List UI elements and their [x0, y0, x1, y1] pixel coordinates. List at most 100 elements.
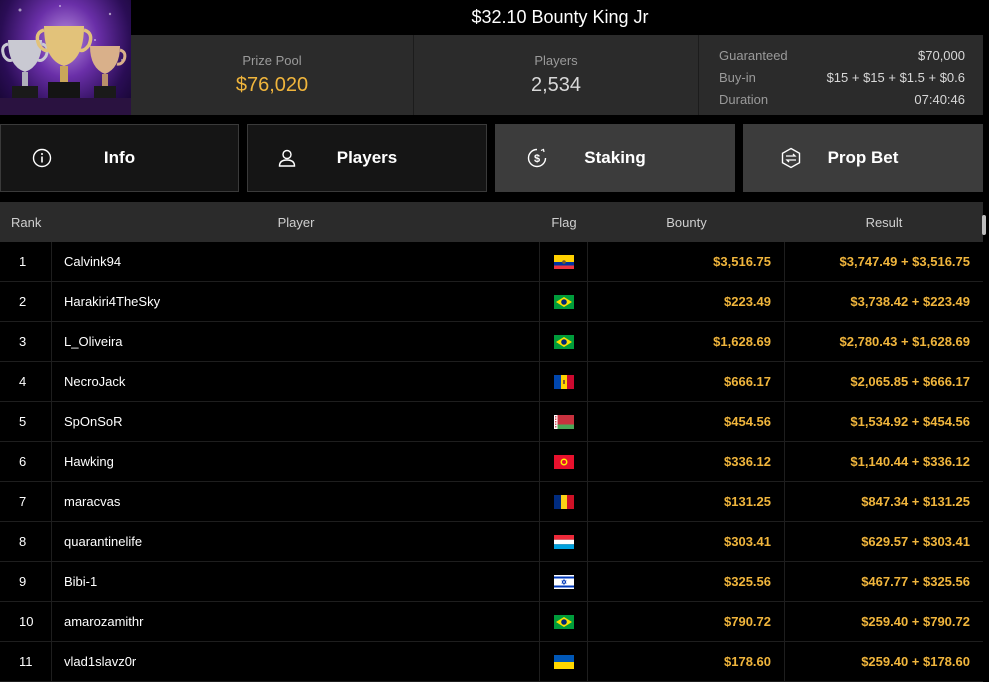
bounty-cell: $454.56	[588, 402, 785, 441]
country-flag-icon	[553, 294, 574, 309]
detail-label: Buy-in	[719, 69, 756, 85]
table-row[interactable]: 8 quarantinelife $303.41 $629.57 + $303.41	[0, 522, 983, 562]
country-flag-icon	[553, 494, 574, 509]
player-name-cell[interactable]: SpOnSoR	[52, 402, 540, 441]
flag-cell	[540, 442, 588, 481]
flag-cell	[540, 562, 588, 601]
rank-cell: 4	[0, 362, 52, 401]
result-cell: $3,738.42 + $223.49	[850, 294, 970, 309]
tab-info[interactable]: Info	[0, 124, 239, 192]
detail-value: $70,000	[918, 47, 965, 63]
table-row[interactable]: 4 NecroJack $666.17 $2,065.85 + $666.17	[0, 362, 983, 402]
players-count-label: Players	[534, 53, 578, 68]
flag-cell	[540, 322, 588, 361]
column-header-player[interactable]: Player	[52, 215, 540, 230]
column-header-result[interactable]: Result	[785, 215, 983, 230]
rank-cell: 8	[0, 522, 52, 561]
result-cell: $847.34 + $131.25	[861, 494, 970, 509]
detail-value: 07:40:46	[914, 91, 965, 107]
bounty-cell: $178.60	[588, 642, 785, 681]
tournament-details: Guaranteed $70,000 Buy-in $15 + $15 + $1…	[699, 35, 983, 115]
flag-cell	[540, 242, 588, 281]
country-flag-icon	[553, 534, 574, 549]
flag-cell	[540, 642, 588, 681]
player-name-cell[interactable]: amarozamithr	[52, 602, 540, 641]
detail-label: Guaranteed	[719, 47, 788, 63]
rank-cell: 7	[0, 482, 52, 521]
bounty-cell: $1,628.69	[588, 322, 785, 361]
table-row[interactable]: 5 SpOnSoR $454.56 $1,534.92 + $454.56	[0, 402, 983, 442]
players-count-panel: Players 2,534	[414, 35, 699, 115]
results-table: Rank Player Flag Bounty Result 1 Calvink9…	[0, 202, 983, 682]
bounty-cell: $131.25	[588, 482, 785, 521]
flag-cell	[540, 482, 588, 521]
prize-pool-value: $76,020	[235, 74, 309, 96]
detail-value: $15 + $15 + $1.5 + $0.6	[826, 69, 965, 85]
rank-cell: 2	[0, 282, 52, 321]
result-cell: $3,747.49 + $3,516.75	[839, 254, 970, 269]
result-cell: $467.77 + $325.56	[861, 574, 970, 589]
table-row[interactable]: 6 Hawking $336.12 $1,140.44 + $336.12	[0, 442, 983, 482]
result-cell: $629.57 + $303.41	[861, 534, 970, 549]
info-icon	[32, 148, 52, 168]
prop-bet-icon	[781, 147, 801, 169]
table-row[interactable]: 3 L_Oliveira $1,628.69 $2,780.43 + $1,628.6…	[0, 322, 983, 362]
bounty-cell: $223.49	[588, 282, 785, 321]
prize-pool-label: Prize Pool	[242, 53, 302, 68]
tab-players[interactable]: Players	[247, 124, 487, 192]
player-name-cell[interactable]: vlad1slavz0r	[52, 642, 540, 681]
player-name-cell[interactable]: Harakiri4TheSky	[52, 282, 540, 321]
scrollbar-thumb[interactable]	[982, 215, 986, 235]
svg-text:$: $	[534, 153, 540, 165]
column-header-rank[interactable]: Rank	[0, 215, 52, 230]
country-flag-icon	[553, 454, 574, 469]
table-row[interactable]: 9 Bibi-1 $325.56 $467.77 + $325.56	[0, 562, 983, 602]
country-flag-icon	[553, 414, 574, 429]
rank-cell: 6	[0, 442, 52, 481]
players-count-value: 2,534	[530, 74, 582, 96]
flag-cell	[540, 362, 588, 401]
tab-staking[interactable]: $ Staking	[495, 124, 735, 192]
country-flag-icon	[553, 654, 574, 669]
detail-duration: Duration 07:40:46	[719, 88, 965, 110]
bounty-cell: $666.17	[588, 362, 785, 401]
prize-pool-panel: Prize Pool $76,020	[131, 35, 414, 115]
table-row[interactable]: 7 maracvas $131.25 $847.34 + $131.25	[0, 482, 983, 522]
result-cell: $1,140.44 + $336.12	[850, 454, 970, 469]
player-name-cell[interactable]: L_Oliveira	[52, 322, 540, 361]
country-flag-icon	[553, 334, 574, 349]
country-flag-icon	[553, 614, 574, 629]
country-flag-icon	[553, 374, 574, 389]
bounty-cell: $303.41	[588, 522, 785, 561]
result-cell: $259.40 + $178.60	[861, 654, 970, 669]
player-name-cell[interactable]: Hawking	[52, 442, 540, 481]
table-header: Rank Player Flag Bounty Result	[0, 202, 983, 242]
result-cell: $2,065.85 + $666.17	[850, 374, 970, 389]
player-name-cell[interactable]: NecroJack	[52, 362, 540, 401]
player-name-cell[interactable]: quarantinelife	[52, 522, 540, 561]
table-row[interactable]: 2 Harakiri4TheSky $223.49 $3,738.42 + $223.…	[0, 282, 983, 322]
tournament-trophy-image	[0, 0, 131, 115]
table-row[interactable]: 11 vlad1slavz0r $178.60 $259.40 + $178.60	[0, 642, 983, 682]
flag-cell	[540, 522, 588, 561]
bounty-cell: $325.56	[588, 562, 785, 601]
table-row[interactable]: 1 Calvink94 $3,516.75 $3,747.49 + $3,516.75	[0, 242, 983, 282]
tab-prop-bet[interactable]: Prop Bet	[743, 124, 983, 192]
player-name-cell[interactable]: Calvink94	[52, 242, 540, 281]
flag-cell	[540, 402, 588, 441]
player-name-cell[interactable]: Bibi-1	[52, 562, 540, 601]
column-header-bounty[interactable]: Bounty	[588, 215, 785, 230]
table-row[interactable]: 10 amarozamithr $790.72 $259.40 + $790.72	[0, 602, 983, 642]
player-name-cell[interactable]: maracvas	[52, 482, 540, 521]
rank-cell: 3	[0, 322, 52, 361]
tournament-summary: Prize Pool $76,020 Players 2,534 Guarant…	[131, 35, 983, 115]
tournament-title: $32.10 Bounty King Jr	[131, 0, 989, 35]
bounty-cell: $790.72	[588, 602, 785, 641]
flag-cell	[540, 602, 588, 641]
rank-cell: 11	[0, 642, 52, 681]
detail-label: Duration	[719, 91, 769, 107]
column-header-flag[interactable]: Flag	[540, 215, 588, 230]
detail-buy-in: Buy-in $15 + $15 + $1.5 + $0.6	[719, 66, 965, 88]
rank-cell: 10	[0, 602, 52, 641]
table-body: 1 Calvink94 $3,516.75 $3,747.49 + $3,516.75…	[0, 242, 983, 682]
